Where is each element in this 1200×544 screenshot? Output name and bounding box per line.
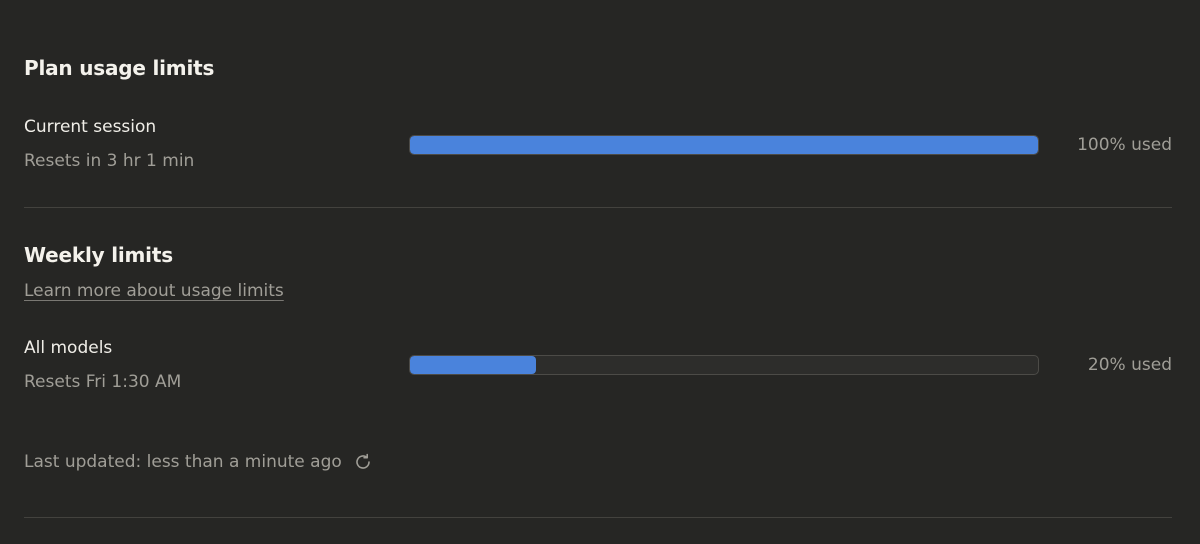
current-session-percent: 100% used [1077, 135, 1172, 155]
bottom-divider [24, 517, 1172, 518]
last-updated-row: Last updated: less than a minute ago [24, 451, 374, 473]
current-session-label: Current session [24, 117, 157, 137]
refresh-icon[interactable] [352, 451, 374, 473]
all-models-progress-bar [409, 355, 1039, 375]
all-models-label: All models [24, 338, 113, 358]
usage-limits-panel: Plan usage limits Current session Resets… [0, 0, 1200, 544]
current-session-progress-fill [410, 136, 1038, 154]
plan-usage-title: Plan usage limits [24, 56, 215, 80]
divider [24, 207, 1172, 208]
weekly-limits-title: Weekly limits [24, 243, 173, 267]
all-models-progress-fill [410, 356, 536, 374]
all-models-reset: Resets Fri 1:30 AM [24, 372, 182, 392]
current-session-progress-bar [409, 135, 1039, 155]
current-session-reset: Resets in 3 hr 1 min [24, 151, 195, 171]
all-models-percent: 20% used [1087, 355, 1172, 375]
learn-more-link[interactable]: Learn more about usage limits [24, 281, 284, 301]
last-updated-text: Last updated: less than a minute ago [24, 452, 342, 472]
